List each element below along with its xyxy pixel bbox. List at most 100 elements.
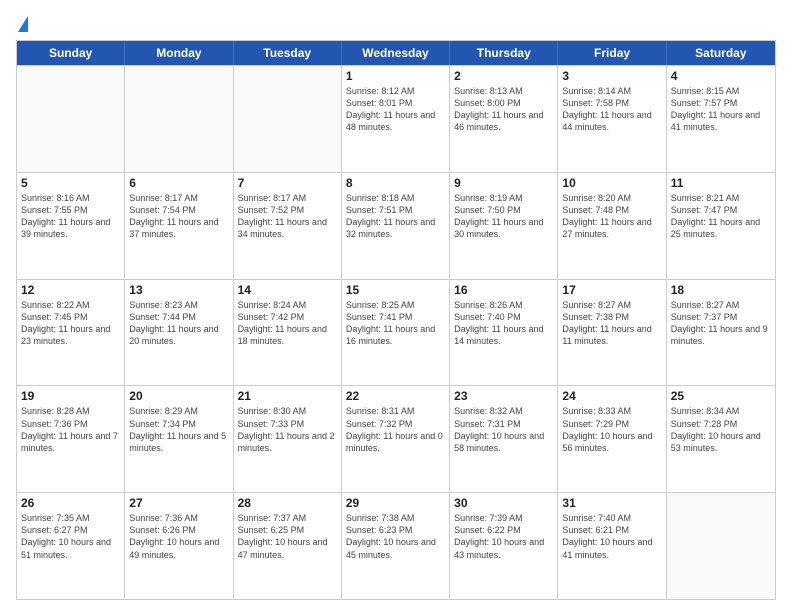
cell-date-number: 15: [346, 283, 445, 297]
cell-info: Sunrise: 7:35 AM Sunset: 6:27 PM Dayligh…: [21, 512, 120, 561]
calendar-cell: 19Sunrise: 8:28 AM Sunset: 7:36 PM Dayli…: [17, 386, 125, 492]
calendar-cell: 22Sunrise: 8:31 AM Sunset: 7:32 PM Dayli…: [342, 386, 450, 492]
weekday-header-monday: Monday: [125, 41, 233, 65]
calendar-cell: 25 Sunrise: 8:34 AM Sunset: 7:28 PM Dayli…: [667, 386, 775, 492]
cell-date-number: 8: [346, 176, 445, 190]
cell-info: Sunrise: 8:17 AM Sunset: 7:54 PM Dayligh…: [129, 192, 228, 241]
header: [16, 12, 776, 32]
calendar-week-4: 19Sunrise: 8:28 AM Sunset: 7:36 PM Dayli…: [17, 385, 775, 492]
cell-date-number: 13: [129, 283, 228, 297]
cell-date-number: 4: [671, 69, 771, 83]
calendar-cell: 3 Sunrise: 8:14 AM Sunset: 7:58 PM Daylig…: [558, 66, 666, 172]
calendar-cell: [125, 66, 233, 172]
calendar-cell: 4 Sunrise: 8:15 AM Sunset: 7:57 PM Daylig…: [667, 66, 775, 172]
cell-info: Sunrise: 8:21 AM Sunset: 7:47 PM Dayligh…: [671, 192, 771, 241]
cell-info: Sunrise: 8:30 AM Sunset: 7:33 PM Dayligh…: [238, 405, 337, 454]
cell-info: Sunrise: 8:20 AM Sunset: 7:48 PM Dayligh…: [562, 192, 661, 241]
cell-info: Sunrise: 8:31 AM Sunset: 7:32 PM Dayligh…: [346, 405, 445, 454]
weekday-header-saturday: Saturday: [667, 41, 775, 65]
cell-date-number: 24: [562, 389, 661, 403]
weekday-header-wednesday: Wednesday: [342, 41, 450, 65]
calendar-cell: 11Sunrise: 8:21 AM Sunset: 7:47 PM Dayli…: [667, 173, 775, 279]
cell-date-number: 17: [562, 283, 661, 297]
cell-info: Sunrise: 8:27 AM Sunset: 7:38 PM Dayligh…: [562, 299, 661, 348]
cell-date-number: 10: [562, 176, 661, 190]
calendar-cell: 16Sunrise: 8:26 AM Sunset: 7:40 PM Dayli…: [450, 280, 558, 386]
cell-date-number: 14: [238, 283, 337, 297]
calendar-cell: 20 Sunrise: 8:29 AM Sunset: 7:34 PM Dayli…: [125, 386, 233, 492]
calendar-cell: 15 Sunrise: 8:25 AM Sunset: 7:41 PM Dayli…: [342, 280, 450, 386]
calendar-cell: 26 Sunrise: 7:35 AM Sunset: 6:27 PM Dayli…: [17, 493, 125, 599]
cell-info: Sunrise: 8:24 AM Sunset: 7:42 PM Dayligh…: [238, 299, 337, 348]
cell-info: Sunrise: 7:38 AM Sunset: 6:23 PM Dayligh…: [346, 512, 445, 561]
calendar-cell: 12 Sunrise: 8:22 AM Sunset: 7:45 PM Dayli…: [17, 280, 125, 386]
cell-info: Sunrise: 8:13 AM Sunset: 8:00 PM Dayligh…: [454, 85, 553, 134]
calendar-cell: 10 Sunrise: 8:20 AM Sunset: 7:48 PM Dayli…: [558, 173, 666, 279]
cell-date-number: 25: [671, 389, 771, 403]
cell-info: Sunrise: 8:14 AM Sunset: 7:58 PM Dayligh…: [562, 85, 661, 134]
cell-date-number: 1: [346, 69, 445, 83]
calendar-week-2: 5 Sunrise: 8:16 AM Sunset: 7:55 PM Daylig…: [17, 172, 775, 279]
cell-info: Sunrise: 8:16 AM Sunset: 7:55 PM Dayligh…: [21, 192, 120, 241]
weekday-header-tuesday: Tuesday: [234, 41, 342, 65]
cell-date-number: 29: [346, 496, 445, 510]
cell-date-number: 26: [21, 496, 120, 510]
calendar-cell: 31 Sunrise: 7:40 AM Sunset: 6:21 PM Dayli…: [558, 493, 666, 599]
cell-info: Sunrise: 7:40 AM Sunset: 6:21 PM Dayligh…: [562, 512, 661, 561]
calendar-week-3: 12 Sunrise: 8:22 AM Sunset: 7:45 PM Dayli…: [17, 279, 775, 386]
cell-info: Sunrise: 7:37 AM Sunset: 6:25 PM Dayligh…: [238, 512, 337, 561]
cell-date-number: 6: [129, 176, 228, 190]
cell-date-number: 3: [562, 69, 661, 83]
cell-info: Sunrise: 8:19 AM Sunset: 7:50 PM Dayligh…: [454, 192, 553, 241]
cell-info: Sunrise: 8:34 AM Sunset: 7:28 PM Dayligh…: [671, 405, 771, 454]
calendar-cell: 13 Sunrise: 8:23 AM Sunset: 7:44 PM Dayli…: [125, 280, 233, 386]
calendar-cell: 30 Sunrise: 7:39 AM Sunset: 6:22 PM Dayli…: [450, 493, 558, 599]
calendar-week-1: 1 Sunrise: 8:12 AM Sunset: 8:01 PM Daylig…: [17, 65, 775, 172]
cell-date-number: 27: [129, 496, 228, 510]
calendar-cell: [234, 66, 342, 172]
cell-info: Sunrise: 8:32 AM Sunset: 7:31 PM Dayligh…: [454, 405, 553, 454]
calendar-cell: 9 Sunrise: 8:19 AM Sunset: 7:50 PM Daylig…: [450, 173, 558, 279]
logo-triangle-icon: [18, 16, 28, 32]
cell-info: Sunrise: 8:23 AM Sunset: 7:44 PM Dayligh…: [129, 299, 228, 348]
cell-date-number: 30: [454, 496, 553, 510]
cell-date-number: 31: [562, 496, 661, 510]
weekday-header-thursday: Thursday: [450, 41, 558, 65]
logo: [16, 16, 28, 32]
calendar-cell: 1 Sunrise: 8:12 AM Sunset: 8:01 PM Daylig…: [342, 66, 450, 172]
cell-info: Sunrise: 8:18 AM Sunset: 7:51 PM Dayligh…: [346, 192, 445, 241]
cell-date-number: 20: [129, 389, 228, 403]
calendar-week-5: 26 Sunrise: 7:35 AM Sunset: 6:27 PM Dayli…: [17, 492, 775, 599]
cell-date-number: 5: [21, 176, 120, 190]
calendar-cell: 17 Sunrise: 8:27 AM Sunset: 7:38 PM Dayli…: [558, 280, 666, 386]
calendar-cell: 27 Sunrise: 7:36 AM Sunset: 6:26 PM Dayli…: [125, 493, 233, 599]
calendar-cell: 23Sunrise: 8:32 AM Sunset: 7:31 PM Dayli…: [450, 386, 558, 492]
cell-info: Sunrise: 8:33 AM Sunset: 7:29 PM Dayligh…: [562, 405, 661, 454]
calendar-cell: 28 Sunrise: 7:37 AM Sunset: 6:25 PM Dayli…: [234, 493, 342, 599]
cell-info: Sunrise: 8:22 AM Sunset: 7:45 PM Dayligh…: [21, 299, 120, 348]
calendar-cell: [17, 66, 125, 172]
cell-info: Sunrise: 7:36 AM Sunset: 6:26 PM Dayligh…: [129, 512, 228, 561]
cell-date-number: 12: [21, 283, 120, 297]
calendar-cell: 21 Sunrise: 8:30 AM Sunset: 7:33 PM Dayli…: [234, 386, 342, 492]
calendar-cell: 8 Sunrise: 8:18 AM Sunset: 7:51 PM Daylig…: [342, 173, 450, 279]
cell-info: Sunrise: 8:28 AM Sunset: 7:36 PM Dayligh…: [21, 405, 120, 454]
cell-date-number: 28: [238, 496, 337, 510]
cell-info: Sunrise: 8:29 AM Sunset: 7:34 PM Dayligh…: [129, 405, 228, 454]
cell-info: Sunrise: 8:25 AM Sunset: 7:41 PM Dayligh…: [346, 299, 445, 348]
cell-info: Sunrise: 8:15 AM Sunset: 7:57 PM Dayligh…: [671, 85, 771, 134]
cell-date-number: 7: [238, 176, 337, 190]
weekday-header-sunday: Sunday: [17, 41, 125, 65]
calendar-cell: 18Sunrise: 8:27 AM Sunset: 7:37 PM Dayli…: [667, 280, 775, 386]
calendar-cell: 7Sunrise: 8:17 AM Sunset: 7:52 PM Daylig…: [234, 173, 342, 279]
calendar-cell: 14 Sunrise: 8:24 AM Sunset: 7:42 PM Dayli…: [234, 280, 342, 386]
calendar: SundayMondayTuesdayWednesdayThursdayFrid…: [16, 40, 776, 600]
cell-date-number: 21: [238, 389, 337, 403]
cell-date-number: 9: [454, 176, 553, 190]
cell-info: Sunrise: 8:12 AM Sunset: 8:01 PM Dayligh…: [346, 85, 445, 134]
cell-date-number: 2: [454, 69, 553, 83]
cell-date-number: 16: [454, 283, 553, 297]
cell-date-number: 18: [671, 283, 771, 297]
cell-info: Sunrise: 7:39 AM Sunset: 6:22 PM Dayligh…: [454, 512, 553, 561]
calendar-cell: 29 Sunrise: 7:38 AM Sunset: 6:23 PM Dayli…: [342, 493, 450, 599]
